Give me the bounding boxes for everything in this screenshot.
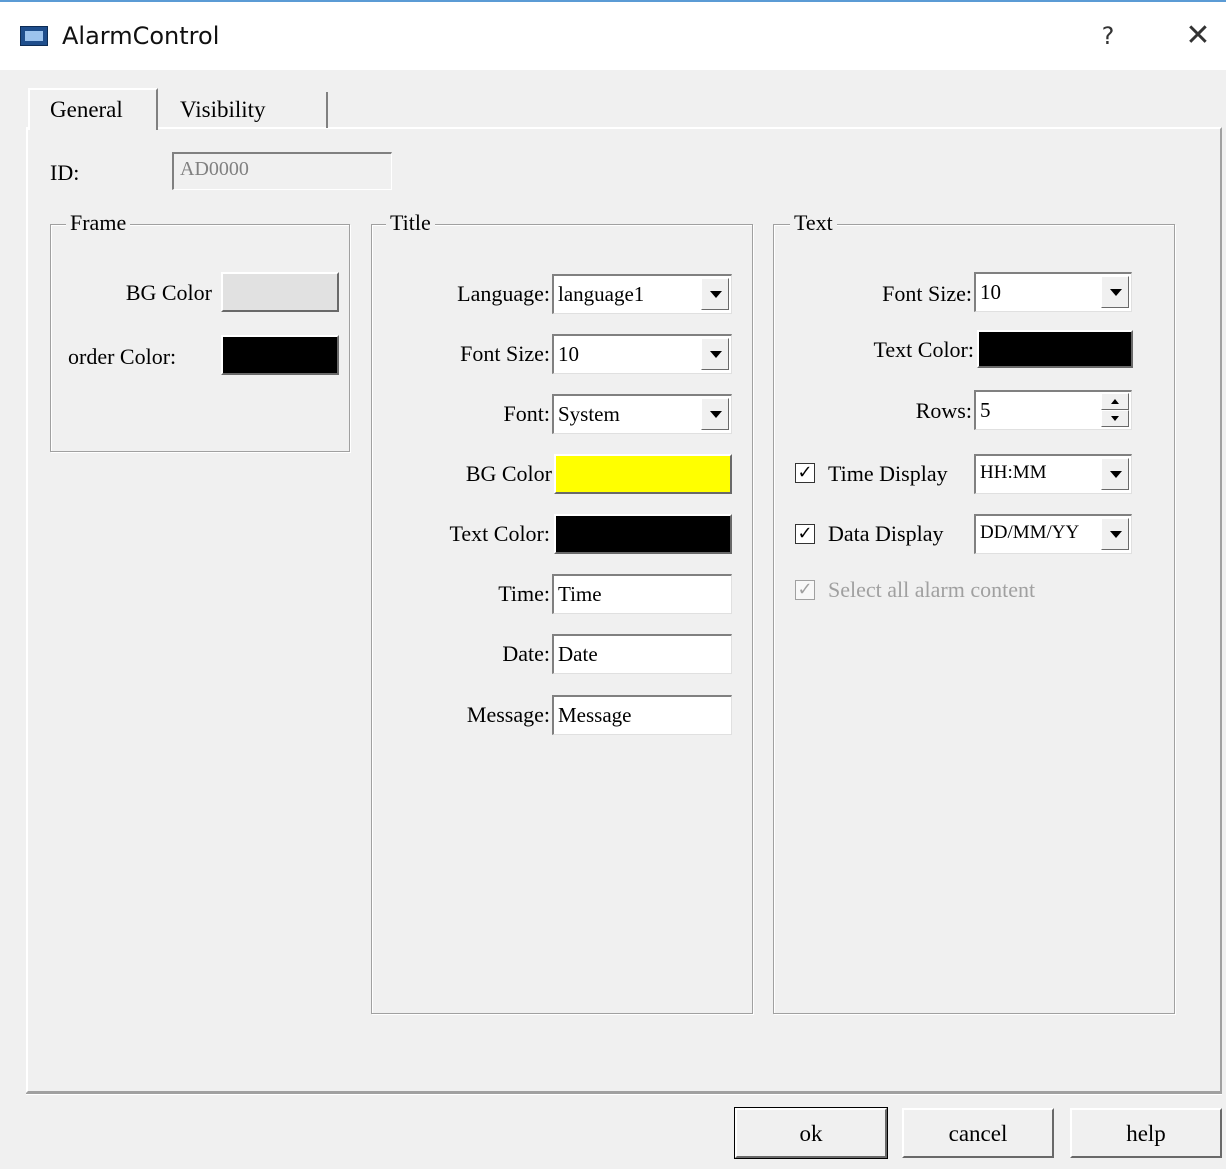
title-font-value: System <box>558 402 620 426</box>
frame-border-color-swatch[interactable] <box>221 335 339 375</box>
chevron-down-icon[interactable] <box>701 398 729 430</box>
frame-group-title: Frame <box>66 210 131 236</box>
title-group-title: Title <box>386 210 435 236</box>
title-font-select[interactable]: System <box>552 394 732 434</box>
title-message-label: Message: <box>466 702 550 727</box>
text-font-size-label: Font Size: <box>882 281 972 306</box>
select-all-checkbox: ✓ <box>795 580 815 600</box>
title-message-input[interactable]: Message <box>552 695 732 735</box>
title-bg-color-swatch[interactable] <box>554 454 732 494</box>
chevron-down-icon[interactable] <box>701 338 729 370</box>
title-font-size-label: Font Size: <box>460 341 550 366</box>
title-time-label: Time: <box>498 581 550 606</box>
tab-general[interactable]: General <box>28 88 158 130</box>
cancel-button[interactable]: cancel <box>902 1108 1054 1158</box>
title-language-label: Language: <box>457 281 550 306</box>
time-display-checkbox[interactable]: ✓ <box>795 463 815 483</box>
title-font-size-select[interactable]: 10 <box>552 334 732 374</box>
frame-border-color-label: order Color: <box>68 344 177 369</box>
title-text-color-swatch[interactable] <box>554 514 732 554</box>
data-display-value: DD/MM/YY <box>980 522 1080 543</box>
title-language-value: language1 <box>558 282 645 306</box>
chevron-down-icon[interactable] <box>701 278 729 310</box>
title-time-input[interactable]: Time <box>552 574 732 614</box>
text-font-size-value: 10 <box>980 280 1001 304</box>
rows-value: 5 <box>980 398 991 422</box>
title-date-input[interactable]: Date <box>552 634 732 674</box>
text-text-color-label: Text Color: <box>873 337 974 362</box>
time-display-label: Time Display <box>828 461 948 486</box>
title-font-size-value: 10 <box>558 342 579 366</box>
chevron-down-icon[interactable] <box>1101 458 1129 490</box>
text-group-title: Text <box>790 210 837 236</box>
text-rows-label: Rows: <box>915 398 972 423</box>
separator <box>26 1093 1222 1095</box>
title-date-label: Date: <box>502 641 550 666</box>
help-icon[interactable]: ? <box>1090 18 1126 54</box>
title-language-select[interactable]: language1 <box>552 274 732 314</box>
text-color-swatch[interactable] <box>977 330 1133 368</box>
rows-stepper[interactable]: 5 <box>974 390 1132 430</box>
spin-down-icon[interactable] <box>1101 410 1129 427</box>
data-display-checkbox[interactable]: ✓ <box>795 524 815 544</box>
time-display-value: HH:MM <box>980 462 1047 483</box>
check-icon: ✓ <box>797 462 813 483</box>
window-title: AlarmControl <box>62 22 220 50</box>
time-display-select[interactable]: HH:MM <box>974 454 1132 494</box>
close-icon[interactable]: ✕ <box>1178 18 1218 54</box>
hmi-app-icon <box>20 26 48 46</box>
chevron-down-icon[interactable] <box>1101 518 1129 550</box>
data-display-select[interactable]: DD/MM/YY <box>974 514 1132 554</box>
id-label: ID: <box>50 160 80 185</box>
data-display-label: Data Display <box>828 521 944 546</box>
frame-bg-color-swatch[interactable] <box>221 272 339 312</box>
title-text-color-label: Text Color: <box>449 521 550 546</box>
title-font-label: Font: <box>503 401 550 426</box>
chevron-down-icon[interactable] <box>1101 276 1129 308</box>
title-bg-color-label: BG Color <box>465 461 552 486</box>
id-field: AD0000 <box>172 152 392 190</box>
ok-button[interactable]: ok <box>735 1108 887 1158</box>
check-icon: ✓ <box>797 523 813 544</box>
check-icon: ✓ <box>797 579 813 600</box>
frame-bg-color-label: BG Color <box>125 280 212 305</box>
spin-up-icon[interactable] <box>1101 393 1129 410</box>
text-font-size-select[interactable]: 10 <box>974 272 1132 312</box>
tab-visibility[interactable]: Visibility <box>160 92 328 128</box>
help-button[interactable]: help <box>1070 1108 1222 1158</box>
select-all-label: Select all alarm content <box>828 577 1036 602</box>
